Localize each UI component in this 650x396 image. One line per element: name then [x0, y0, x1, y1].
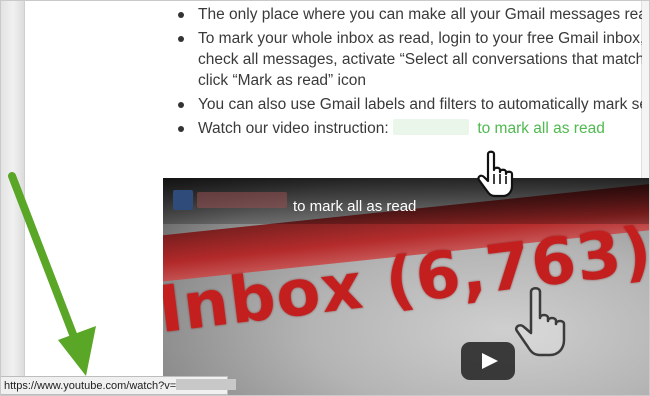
video-player[interactable]: Inbox (6,763) to mark all as read	[163, 178, 650, 396]
bullet-icon	[178, 36, 184, 42]
video-link[interactable]: to mark all as read	[477, 120, 605, 137]
list-item: You can also use Gmail labels and filter…	[172, 94, 642, 115]
redacted-link-text[interactable]	[393, 119, 469, 135]
video-instruction-label: Watch our video instruction:	[198, 120, 389, 137]
redacted-video-id	[176, 379, 237, 390]
hand-cursor-icon	[477, 150, 514, 198]
channel-avatar[interactable]	[173, 190, 193, 210]
play-button[interactable]	[461, 342, 515, 380]
list-item: Watch our video instruction: to mark all…	[172, 118, 642, 139]
status-url-text: https://www.youtube.com/watch?v=	[4, 380, 177, 392]
bullet-icon	[178, 126, 184, 132]
bullet-icon	[178, 12, 184, 18]
redacted-channel-name	[197, 192, 287, 208]
video-title[interactable]: to mark all as read	[293, 198, 416, 215]
list-item: To mark your whole inbox as read, login …	[172, 28, 642, 91]
instruction-list: The only place where you can make all yo…	[172, 4, 642, 139]
thumbnail-hand-icon	[515, 287, 566, 357]
bullet-icon	[178, 102, 184, 108]
list-item: The only place where you can make all yo…	[172, 4, 642, 25]
green-arrow-icon	[8, 172, 96, 376]
